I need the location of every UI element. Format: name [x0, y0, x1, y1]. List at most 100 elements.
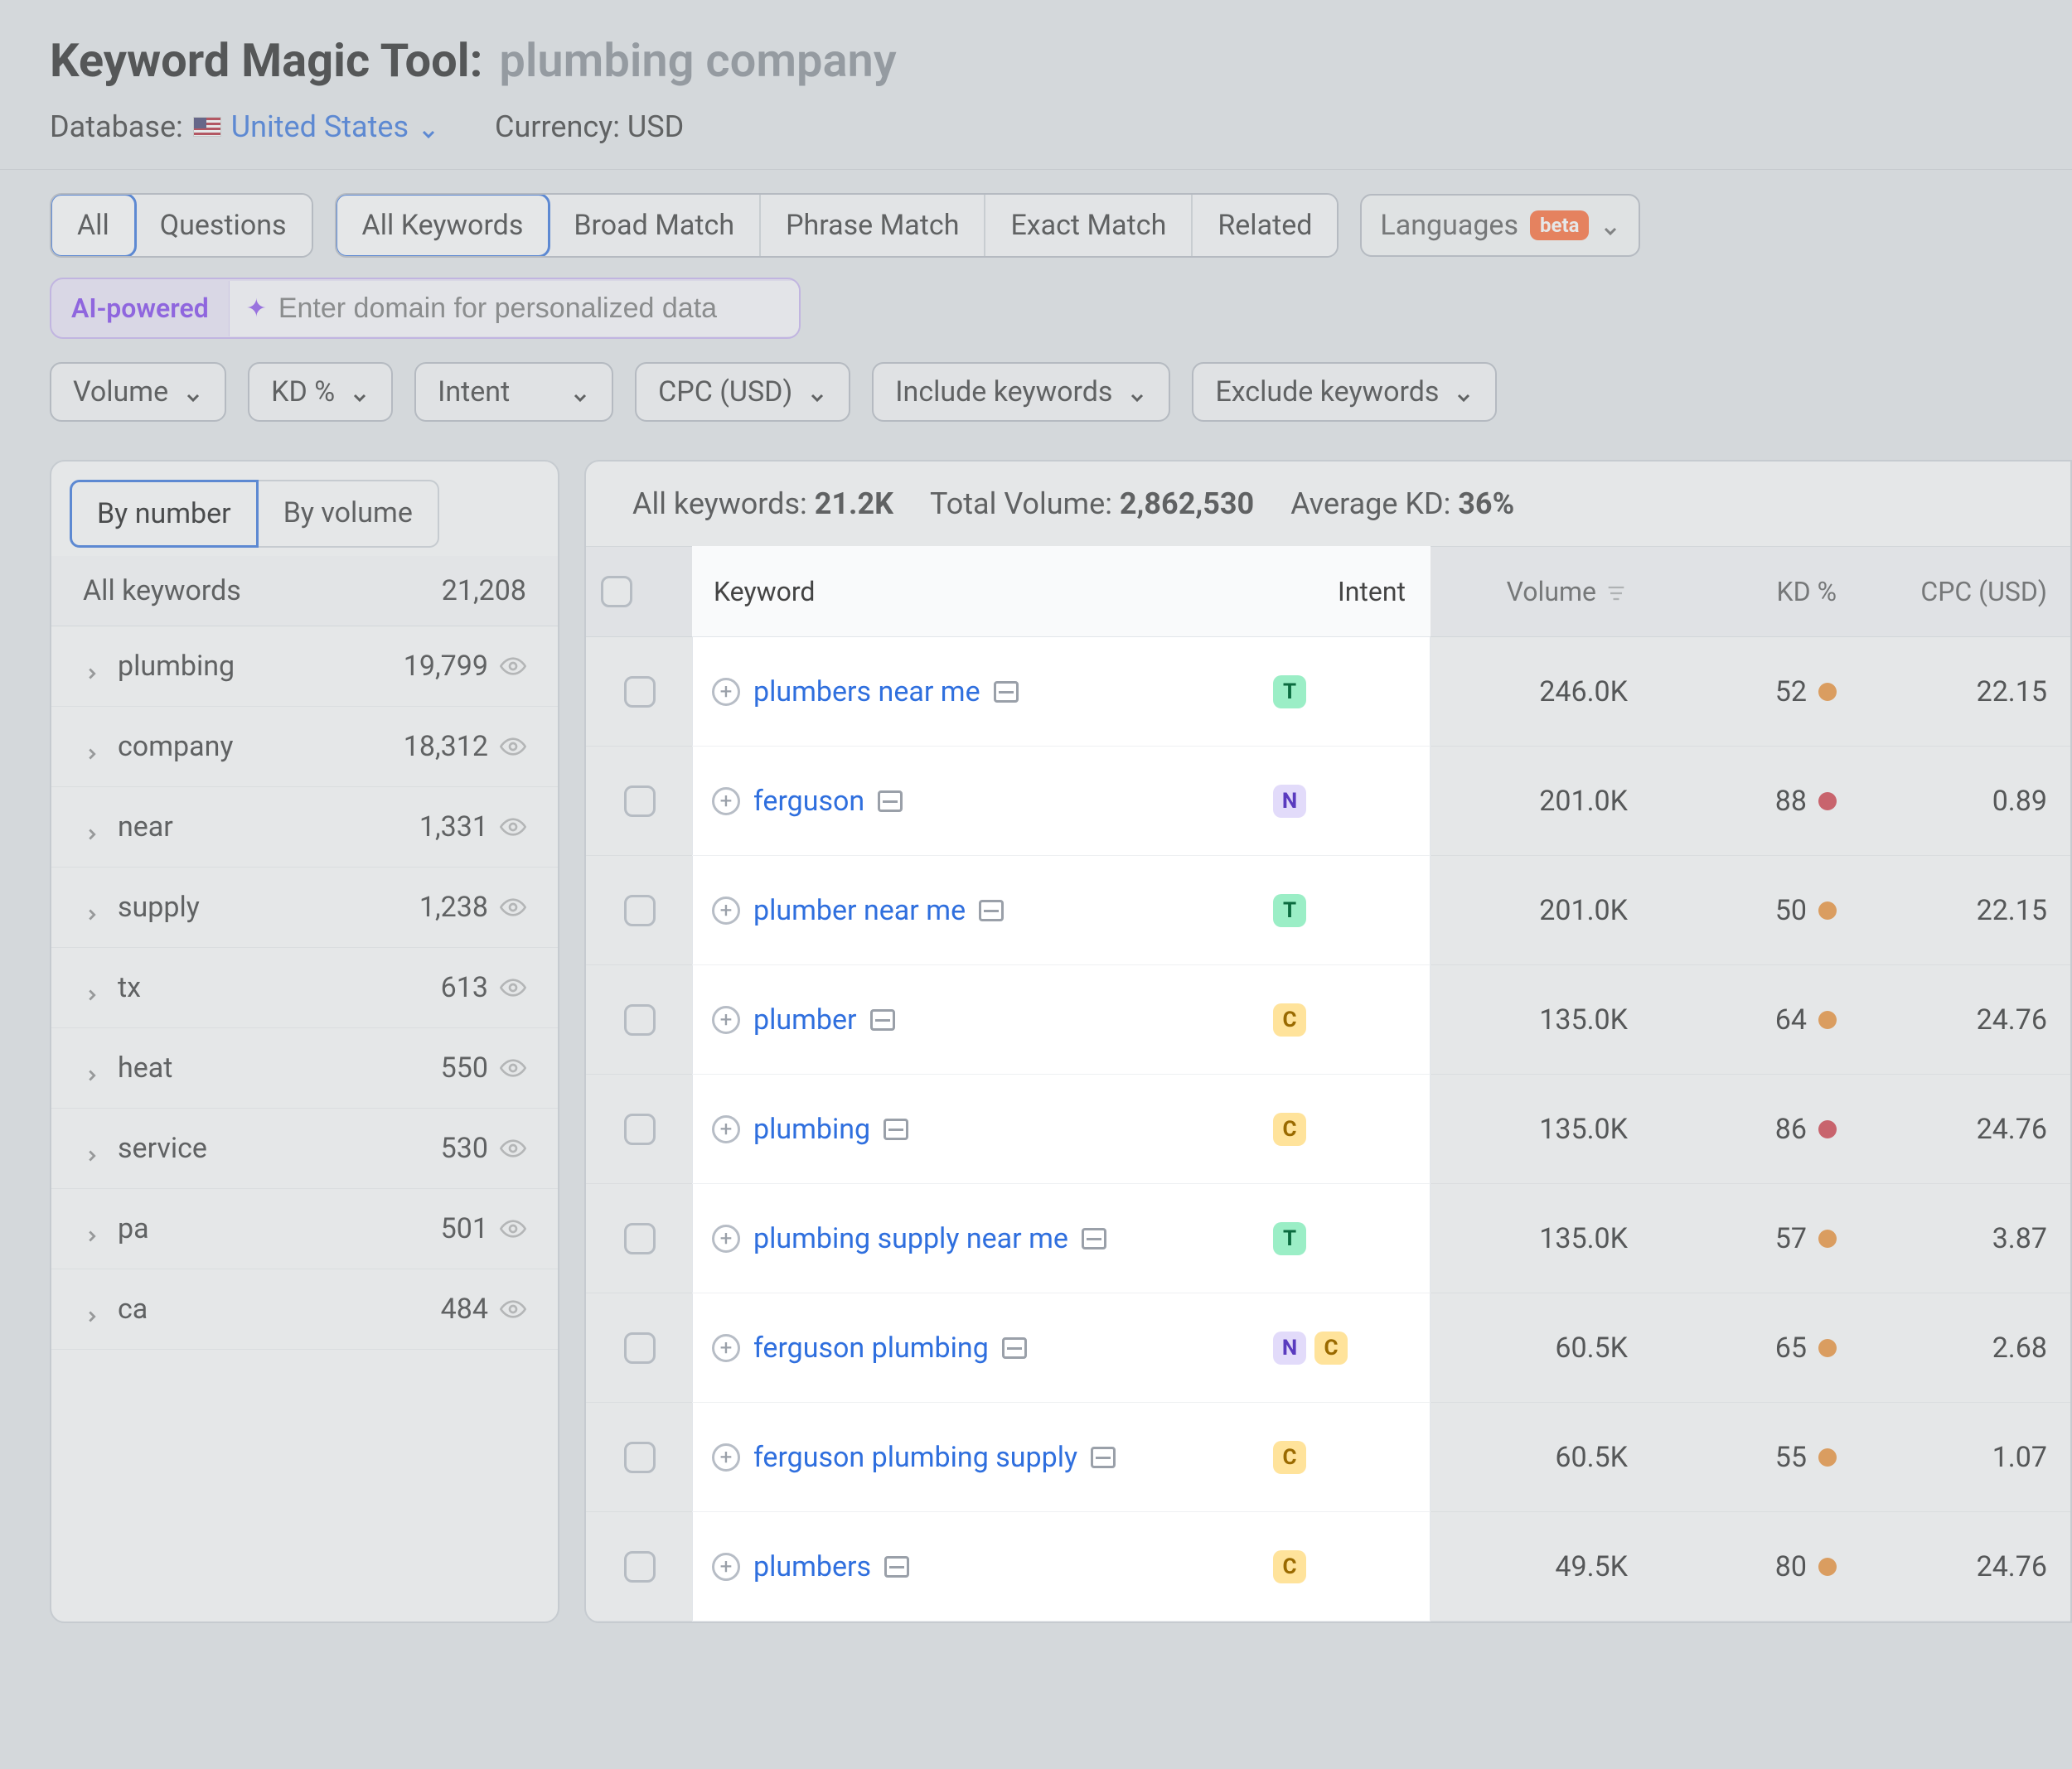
eye-icon[interactable]: [500, 974, 526, 1001]
sidebar-group-ca[interactable]: ca 484: [51, 1269, 558, 1350]
eye-icon[interactable]: [500, 1296, 526, 1322]
serp-icon[interactable]: [975, 681, 1000, 703]
sidebar-group-count: 18,312: [404, 730, 488, 763]
add-keyword-icon[interactable]: +: [694, 1115, 722, 1143]
cpc-cell: 22.15: [1855, 675, 2070, 708]
col-keyword[interactable]: Keyword: [694, 576, 1275, 607]
intent-badge-t: T: [1275, 1222, 1308, 1255]
cpc-cell: 0.89: [1855, 785, 2070, 818]
ai-powered-label: AI-powered: [51, 279, 229, 337]
row-checkbox[interactable]: [624, 1223, 656, 1254]
col-kd[interactable]: KD %: [1664, 576, 1855, 607]
keyword-link[interactable]: ferguson plumbing: [735, 1332, 971, 1365]
row-checkbox[interactable]: [624, 1004, 656, 1036]
cpc-cell: 22.15: [1855, 894, 2070, 927]
tab-by-number[interactable]: By number: [70, 480, 259, 548]
kd-cell: 86: [1664, 1113, 1855, 1146]
row-checkbox[interactable]: [624, 1332, 656, 1364]
keyword-link[interactable]: plumbers near me: [735, 675, 962, 708]
database-selector[interactable]: Database: United States: [50, 109, 438, 144]
eye-icon[interactable]: [500, 894, 526, 921]
row-checkbox[interactable]: [624, 1442, 656, 1473]
us-flag-icon: [193, 117, 221, 137]
eye-icon[interactable]: [500, 1135, 526, 1162]
serp-icon[interactable]: [1063, 1228, 1088, 1249]
add-keyword-icon[interactable]: +: [694, 1553, 722, 1581]
exclude-keywords-filter[interactable]: Exclude keywords: [1192, 362, 1497, 422]
keyword-link[interactable]: plumbers: [735, 1550, 853, 1583]
table-row: + plumbing C 135.0K 86 24.76: [586, 1075, 2070, 1184]
row-checkbox[interactable]: [624, 1551, 656, 1583]
sidebar-group-pa[interactable]: pa 501: [51, 1189, 558, 1269]
tab-related[interactable]: Related: [1193, 195, 1337, 256]
sidebar-group-supply[interactable]: supply 1,238: [51, 868, 558, 948]
cpc-filter[interactable]: CPC (USD): [635, 362, 850, 422]
row-checkbox[interactable]: [624, 785, 656, 817]
eye-icon[interactable]: [500, 653, 526, 679]
row-checkbox[interactable]: [624, 676, 656, 708]
eye-icon[interactable]: [500, 1055, 526, 1081]
volume-filter[interactable]: Volume: [50, 362, 226, 422]
include-keywords-filter[interactable]: Include keywords: [872, 362, 1170, 422]
keyword-link[interactable]: plumbing: [735, 1113, 852, 1146]
sidebar-group-count: 613: [441, 971, 488, 1004]
eye-icon[interactable]: [500, 1216, 526, 1242]
row-checkbox[interactable]: [624, 895, 656, 926]
exclude-filter-label: Exclude keywords: [1215, 375, 1439, 408]
keyword-link[interactable]: ferguson plumbing supply: [735, 1441, 1059, 1474]
keyword-link[interactable]: plumber near me: [735, 894, 947, 927]
keyword-link[interactable]: plumbing supply near me: [735, 1222, 1050, 1255]
col-intent[interactable]: Intent: [1275, 576, 1432, 607]
serp-icon[interactable]: [866, 1556, 891, 1578]
serp-icon[interactable]: [859, 790, 884, 812]
serp-icon[interactable]: [1072, 1447, 1097, 1468]
serp-icon[interactable]: [865, 1119, 890, 1140]
languages-button[interactable]: Languages beta: [1360, 194, 1640, 257]
sidebar-group-company[interactable]: company 18,312: [51, 707, 558, 787]
sidebar-group-heat[interactable]: heat 550: [51, 1028, 558, 1109]
eye-icon[interactable]: [500, 733, 526, 760]
serp-icon[interactable]: [961, 900, 985, 921]
add-keyword-icon[interactable]: +: [694, 897, 722, 925]
eye-icon[interactable]: [500, 814, 526, 840]
tab-by-volume[interactable]: By volume: [259, 480, 439, 548]
tab-all-keywords[interactable]: All Keywords: [335, 193, 551, 258]
tab-phrase-match[interactable]: Phrase Match: [761, 195, 985, 256]
tab-questions[interactable]: Questions: [135, 195, 312, 256]
volume-cell: 201.0K: [1432, 785, 1664, 818]
sidebar-group-plumbing[interactable]: plumbing 19,799: [51, 626, 558, 707]
add-keyword-icon[interactable]: +: [694, 787, 722, 815]
tab-exact-match[interactable]: Exact Match: [985, 195, 1193, 256]
tab-broad-match[interactable]: Broad Match: [549, 195, 761, 256]
sidebar-group-service[interactable]: service 530: [51, 1109, 558, 1189]
keyword-link[interactable]: plumber: [735, 1003, 839, 1037]
add-keyword-icon[interactable]: +: [694, 1225, 722, 1253]
select-all-checkbox[interactable]: [601, 576, 632, 607]
intent-filter[interactable]: Intent: [414, 362, 613, 422]
summary-kd-label: Average KD:: [1290, 486, 1450, 521]
volume-cell: 60.5K: [1432, 1332, 1664, 1365]
sidebar-all-keywords-label: All keywords: [83, 574, 241, 607]
intent-cell: N: [1275, 785, 1432, 818]
add-keyword-icon[interactable]: +: [694, 1006, 722, 1034]
intent-badge-t: T: [1275, 675, 1308, 708]
kd-filter[interactable]: KD %: [248, 362, 393, 422]
sidebar-group-name: supply: [118, 891, 200, 924]
keyword-link[interactable]: ferguson: [735, 785, 846, 818]
add-keyword-icon[interactable]: +: [694, 678, 722, 706]
domain-input[interactable]: [278, 292, 776, 325]
chevron-down-icon: [183, 382, 203, 402]
sidebar-group-name: heat: [118, 1051, 172, 1085]
add-keyword-icon[interactable]: +: [694, 1334, 722, 1362]
serp-icon[interactable]: [984, 1337, 1009, 1359]
col-volume[interactable]: Volume: [1432, 576, 1664, 607]
sidebar-group-near[interactable]: near 1,331: [51, 787, 558, 868]
col-cpc[interactable]: CPC (USD): [1855, 576, 2070, 607]
sidebar-group-tx[interactable]: tx 613: [51, 948, 558, 1028]
tab-all[interactable]: All: [50, 193, 137, 258]
serp-icon[interactable]: [852, 1009, 877, 1031]
add-keyword-icon[interactable]: +: [694, 1443, 722, 1472]
row-checkbox[interactable]: [624, 1114, 656, 1145]
table-row: + plumber C 135.0K 64 24.76: [586, 965, 2070, 1075]
kd-dot-icon: [1818, 1339, 1837, 1357]
